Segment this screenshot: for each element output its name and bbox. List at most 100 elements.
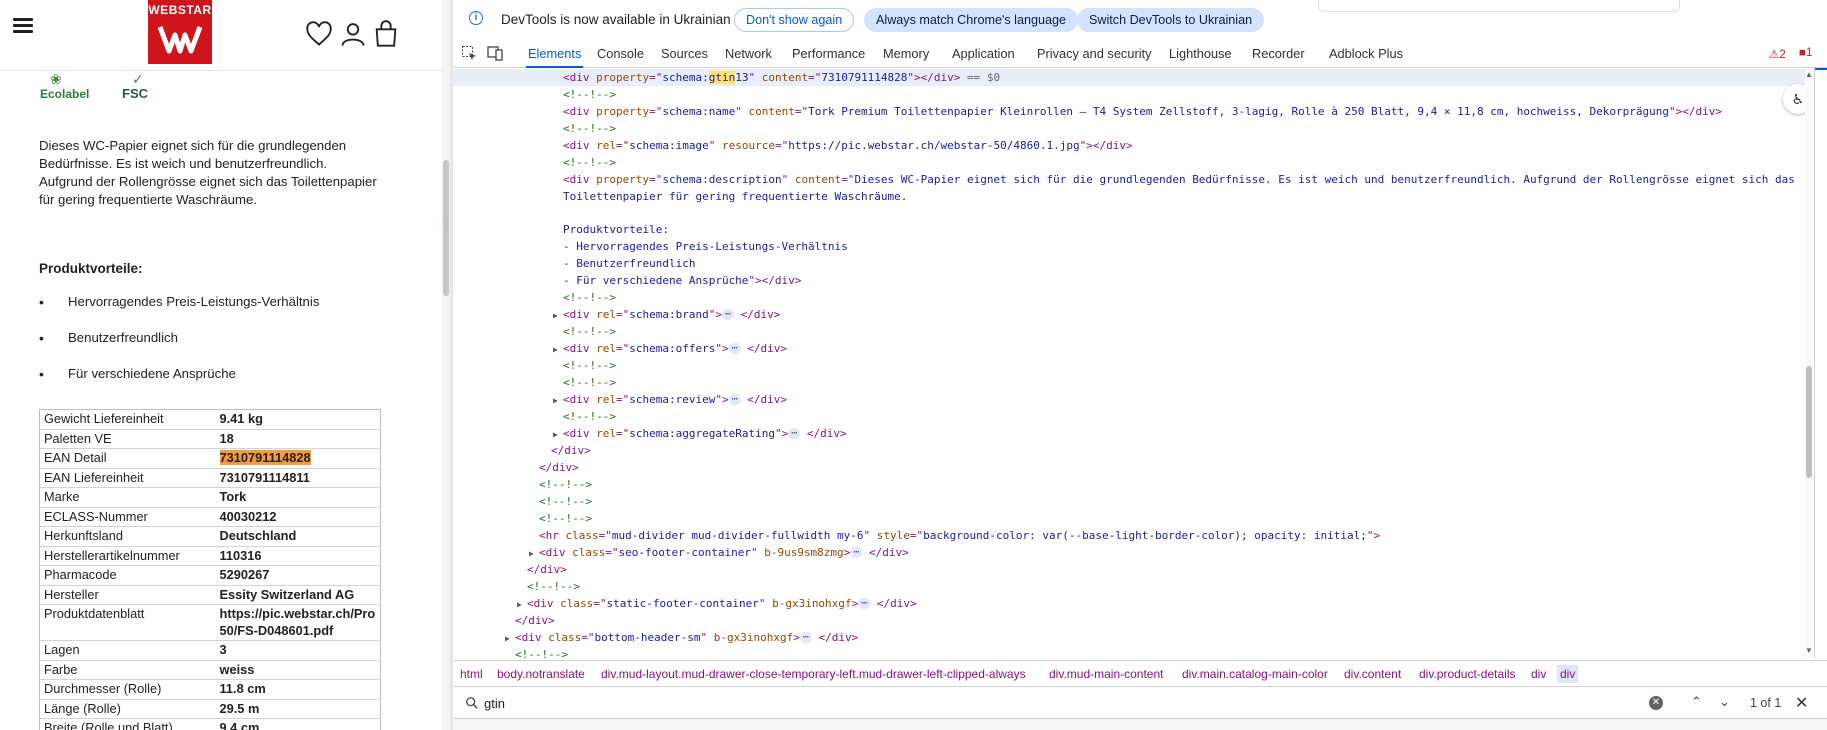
dom-node[interactable]: ▶ <div rel="schema:review"> ⋯ </div> bbox=[453, 391, 1813, 408]
dom-node[interactable]: <!--!--> bbox=[453, 120, 1813, 137]
dom-node[interactable]: ▶ <div class="seo-footer-container" b-9us… bbox=[453, 544, 1813, 561]
dom-node[interactable]: </div> bbox=[453, 442, 1813, 459]
styles-pane-edge[interactable] bbox=[1814, 68, 1827, 658]
breadcrumb[interactable]: div.mud-main-content bbox=[1049, 667, 1164, 681]
tab-memory[interactable]: Memory bbox=[883, 46, 929, 68]
dom-node[interactable]: <!--!--> bbox=[453, 289, 1813, 306]
tab-lighthouse[interactable]: Lighthouse bbox=[1169, 46, 1232, 68]
dom-node[interactable]: <!--!--> bbox=[453, 408, 1813, 425]
dom-node[interactable]: <!--!--> bbox=[453, 493, 1813, 510]
previous-match-icon[interactable]: ⌃ bbox=[1691, 694, 1702, 710]
table-row: Herkunftsland Deutschland bbox=[39, 526, 381, 547]
tab-privacy-security[interactable]: Privacy and security bbox=[1037, 46, 1152, 68]
expand-arrow-icon[interactable]: ▶ bbox=[553, 307, 563, 324]
always-match-language-button[interactable]: Always match Chrome's language bbox=[864, 8, 1079, 32]
ellipsis-icon: ⋯ bbox=[799, 632, 812, 643]
errors-badge[interactable]: ■1 bbox=[1799, 47, 1812, 59]
tab-adblock-plus[interactable]: Adblock Plus bbox=[1329, 46, 1403, 68]
dom-node[interactable]: ▶ <div rel="schema:offers"> ⋯ </div> bbox=[453, 340, 1813, 357]
tab-network[interactable]: Network bbox=[725, 46, 772, 68]
datasheet-link[interactable]: https://pic.webstar.ch/Pro 50/FS-D048601… bbox=[215, 604, 381, 641]
device-toolbar-icon[interactable] bbox=[487, 45, 503, 61]
dom-node[interactable]: <!--!--> bbox=[453, 510, 1813, 527]
infobar-text: DevTools is now available in Ukrainian bbox=[501, 12, 731, 27]
dom-node-text: - Hervorragendes Preis-Leistungs-Verhält… bbox=[563, 240, 848, 253]
dom-node[interactable]: </div> bbox=[453, 612, 1813, 629]
dom-node[interactable]: <hr class="mud-divider mud-divider-fullw… bbox=[453, 527, 1813, 544]
table-row: Gewicht Liefereinheit 9.41 kg bbox=[39, 409, 381, 430]
advantages-title: Produktvorteile: bbox=[39, 261, 143, 276]
heart-icon[interactable] bbox=[305, 20, 333, 48]
devtools-pane: i DevTools is now available in Ukrainian… bbox=[453, 0, 1827, 730]
breadcrumb[interactable]: div.main.catalog-main-color bbox=[1182, 667, 1328, 681]
dom-breadcrumbs: html body.notranslate div.mud-layout.mud… bbox=[453, 660, 1827, 687]
dom-node[interactable]: <div property="schema:description" conte… bbox=[453, 171, 1813, 188]
tab-application[interactable]: Application bbox=[952, 46, 1015, 68]
dom-node[interactable]: </div> bbox=[453, 561, 1813, 578]
expand-arrow-icon[interactable]: ▶ bbox=[553, 392, 563, 409]
next-match-icon[interactable]: ⌄ bbox=[1719, 694, 1730, 710]
expand-arrow-icon[interactable]: ▶ bbox=[553, 341, 563, 358]
dom-node[interactable]: <div rel="schema:image" resource="https:… bbox=[453, 137, 1813, 154]
breadcrumb[interactable]: div.content bbox=[1344, 667, 1401, 681]
product-description: Dieses WC-Papier eignet sich für die gru… bbox=[39, 138, 377, 207]
drawer-edge bbox=[453, 718, 1827, 730]
error-icon: ■ bbox=[1799, 47, 1806, 59]
expand-arrow-icon[interactable]: ▶ bbox=[505, 630, 515, 647]
website-scrollbar[interactable] bbox=[442, 0, 450, 730]
breadcrumb[interactable]: div.mud-layout.mud-drawer-close-temporar… bbox=[601, 667, 1026, 681]
dom-node[interactable]: <!--!--> bbox=[453, 646, 1813, 658]
close-search-icon[interactable]: ✕ bbox=[1795, 693, 1808, 713]
dom-node[interactable]: <!--!--> bbox=[453, 374, 1813, 391]
advantages-list: Hervorragendes Preis-Leistungs-Verhältni… bbox=[39, 293, 319, 401]
tab-console[interactable]: Console bbox=[597, 46, 644, 68]
scroll-up-icon[interactable]: ▲ bbox=[1805, 70, 1813, 79]
breadcrumb-current[interactable]: div bbox=[1557, 665, 1579, 683]
dom-node[interactable]: ▶ <div rel="schema:aggregateRating"> ⋯ </d… bbox=[453, 425, 1813, 442]
scrollbar-thumb[interactable] bbox=[1806, 366, 1812, 478]
table-row: Herstellerartikelnummer 110316 bbox=[39, 546, 381, 566]
product-details-scroll: ❀ Ecolabel ✓ FSC Dieses WC-Papier eignet… bbox=[0, 71, 442, 730]
breadcrumb[interactable]: html bbox=[460, 667, 483, 681]
cart-icon[interactable] bbox=[372, 20, 400, 48]
search-input[interactable]: gtin bbox=[484, 696, 505, 711]
menu-icon[interactable] bbox=[13, 15, 33, 37]
dom-node[interactable]: <!--!--> bbox=[453, 476, 1813, 493]
dom-node[interactable]: <div property="schema:name" content="Tor… bbox=[453, 103, 1813, 120]
tab-performance[interactable]: Performance bbox=[792, 46, 865, 68]
tab-sources[interactable]: Sources bbox=[661, 46, 708, 68]
dom-search-bar: gtin ✕ ⌃ ⌄ 1 of 1 ✕ bbox=[453, 688, 1827, 718]
dom-node[interactable]: ▶ <div class="bottom-header-sm" b-gx3inoh… bbox=[453, 629, 1813, 646]
expand-arrow-icon[interactable]: ▶ bbox=[553, 426, 563, 443]
tab-recorder[interactable]: Recorder bbox=[1252, 46, 1305, 68]
warnings-badge[interactable]: ⚠2 bbox=[1769, 47, 1786, 61]
table-row: Hersteller Essity Switzerland AG bbox=[39, 585, 381, 605]
dom-node[interactable]: <!--!--> bbox=[453, 323, 1813, 340]
breadcrumb[interactable]: div bbox=[1531, 667, 1546, 681]
dom-node[interactable]: ▶ <div rel="schema:brand"> ⋯ </div> bbox=[453, 306, 1813, 323]
elements-scrollbar[interactable]: ▲ ▼ bbox=[1805, 68, 1813, 658]
dom-node[interactable]: ▶ <div class="static-footer-container" b-… bbox=[453, 595, 1813, 612]
dom-node-selected[interactable]: <div property="schema:gtin13" content="7… bbox=[453, 69, 1813, 86]
dont-show-again-button[interactable]: Don't show again bbox=[734, 8, 855, 32]
dom-node[interactable]: </div> bbox=[453, 459, 1813, 476]
tab-elements[interactable]: Elements bbox=[525, 46, 584, 68]
switch-to-ukrainian-button[interactable]: Switch DevTools to Ukrainian bbox=[1077, 8, 1265, 32]
table-row: Paletten VE 18 bbox=[39, 429, 381, 449]
clear-search-icon[interactable]: ✕ bbox=[1649, 696, 1663, 710]
breadcrumb[interactable]: div.product-details bbox=[1419, 667, 1516, 681]
inspect-element-icon[interactable] bbox=[461, 45, 477, 61]
user-icon[interactable] bbox=[339, 20, 367, 48]
scroll-down-icon[interactable]: ▼ bbox=[1805, 646, 1813, 655]
certification-logos: ❀ Ecolabel ✓ FSC bbox=[40, 71, 166, 101]
dom-node[interactable]: <!--!--> bbox=[453, 357, 1813, 374]
elements-tree[interactable]: ⋯ <div property="schema:gtin13" content=… bbox=[453, 68, 1813, 658]
dom-node[interactable]: <!--!--> bbox=[453, 578, 1813, 595]
webstar-logo[interactable]: WEBSTAR bbox=[148, 0, 212, 64]
breadcrumb[interactable]: body.notranslate bbox=[497, 667, 585, 681]
dom-node[interactable]: <!--!--> bbox=[453, 154, 1813, 171]
dom-node[interactable]: <!--!--> bbox=[453, 86, 1813, 103]
expand-arrow-icon[interactable]: ▶ bbox=[517, 596, 527, 613]
fsc-logo: ✓ FSC bbox=[122, 71, 148, 101]
expand-arrow-icon[interactable]: ▶ bbox=[529, 545, 539, 562]
